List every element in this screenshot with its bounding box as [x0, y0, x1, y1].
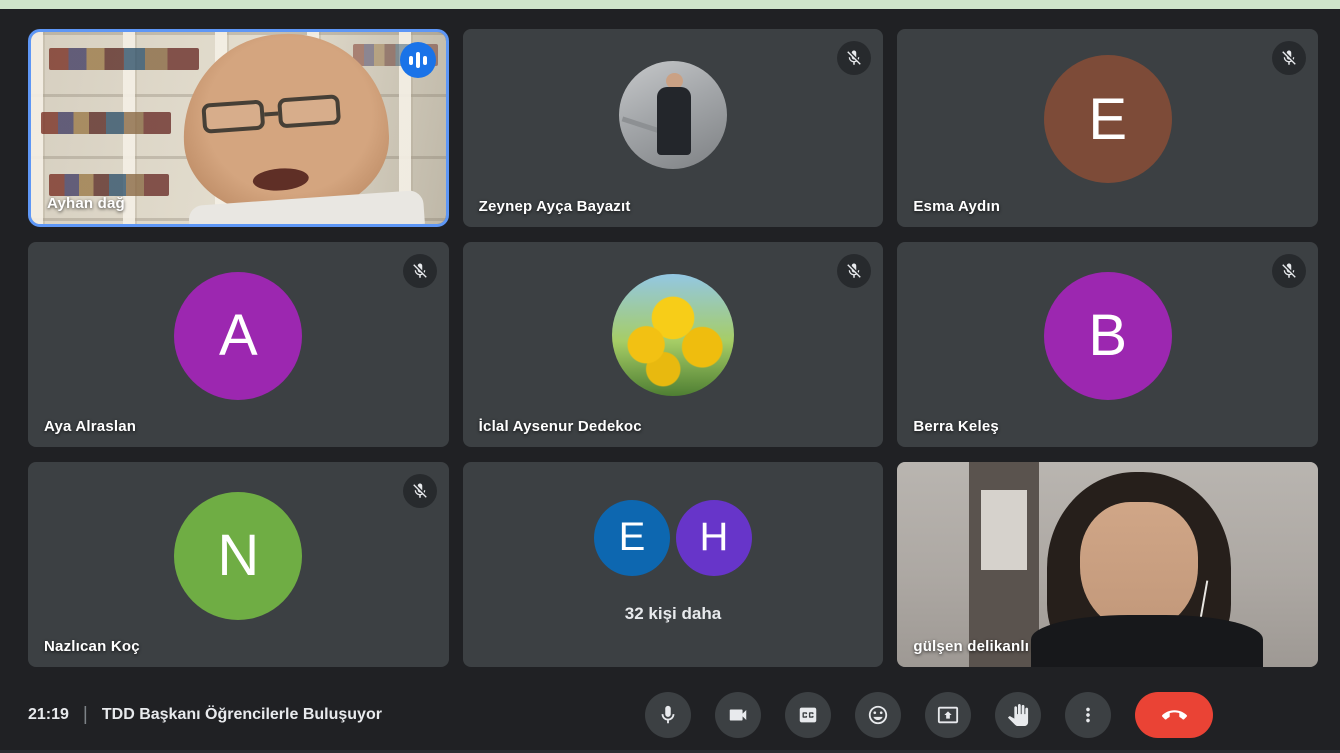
raise-hand-button[interactable] — [995, 692, 1041, 738]
profile-photo-avatar — [619, 61, 727, 169]
overflow-count-label: 32 kişi daha — [625, 604, 721, 624]
smiley-icon — [867, 704, 889, 726]
present-to-all-icon — [937, 704, 959, 726]
letter-avatar: A — [174, 272, 302, 400]
more-vert-icon — [1077, 704, 1099, 726]
person-face — [1080, 502, 1198, 632]
letter-avatar: N — [174, 492, 302, 620]
mic-icon — [657, 704, 679, 726]
more-options-button[interactable] — [1065, 692, 1111, 738]
participant-tile-zeynep[interactable]: Zeynep Ayça Bayazıt — [463, 29, 884, 227]
avatar-container — [463, 242, 884, 447]
avatar-container: N — [28, 462, 449, 667]
clock-time: 21:19 — [28, 706, 69, 724]
participant-tile-ayhan[interactable]: Ayhan dağ — [28, 29, 449, 227]
participant-grid: Ayhan dağ Zeynep Ayça Bayazıt E Esma Ayd… — [28, 29, 1318, 667]
participant-name: Ayhan dağ — [47, 195, 125, 212]
door-decor — [969, 462, 1039, 667]
bookshelf-decor — [49, 48, 199, 70]
meeting-title: TDD Başkanı Öğrencilerle Buluşuyor — [102, 706, 382, 724]
participant-tile-iclal[interactable]: İclal Aysenur Dedekoc — [463, 242, 884, 447]
mic-off-icon — [845, 262, 863, 280]
participant-name: İclal Aysenur Dedekoc — [479, 418, 642, 435]
mic-muted-badge — [403, 254, 437, 288]
avatar-container: B — [897, 242, 1318, 447]
glasses-decor — [201, 94, 341, 134]
avatar-container: A — [28, 242, 449, 447]
letter-avatar: H — [676, 500, 752, 576]
present-screen-button[interactable] — [925, 692, 971, 738]
participant-tile-nazlican[interactable]: N Nazlıcan Koç — [28, 462, 449, 667]
mic-muted-badge — [1272, 254, 1306, 288]
mic-off-icon — [411, 262, 429, 280]
participant-tile-aya[interactable]: A Aya Alraslan — [28, 242, 449, 447]
bookshelf-decor — [41, 112, 171, 134]
person-body — [1031, 615, 1263, 667]
separator: | — [83, 704, 88, 726]
overflow-avatars: E H — [594, 500, 752, 576]
microphone-button[interactable] — [645, 692, 691, 738]
participant-name: Zeynep Ayça Bayazıt — [479, 198, 631, 215]
participant-name: gülşen delikanlı — [913, 638, 1029, 655]
call-controls — [645, 692, 1213, 738]
mic-off-icon — [1280, 262, 1298, 280]
participant-tile-berra[interactable]: B Berra Keleş — [897, 242, 1318, 447]
closed-captions-icon — [797, 704, 819, 726]
bookshelf-decor — [49, 174, 169, 196]
participant-tile-gulsen[interactable]: gülşen delikanlı — [897, 462, 1318, 667]
mic-off-icon — [845, 49, 863, 67]
overflow-container: E H 32 kişi daha — [463, 462, 884, 667]
mic-muted-badge — [1272, 41, 1306, 75]
mic-off-icon — [411, 482, 429, 500]
participant-name: Berra Keleş — [913, 418, 999, 435]
participant-name: Nazlıcan Koç — [44, 638, 140, 655]
end-call-button[interactable] — [1135, 692, 1213, 738]
letter-avatar: B — [1044, 272, 1172, 400]
captions-button[interactable] — [785, 692, 831, 738]
videocam-icon — [727, 704, 749, 726]
page-background-strip — [0, 0, 1340, 9]
mic-muted-badge — [403, 474, 437, 508]
participant-name: Esma Aydın — [913, 198, 1000, 215]
letter-avatar: E — [1044, 55, 1172, 183]
meeting-info: 21:19 | TDD Başkanı Öğrencilerle Buluşuy… — [28, 704, 382, 726]
profile-photo-avatar-tulips — [612, 274, 734, 396]
letter-avatar: E — [594, 500, 670, 576]
overflow-participants-tile[interactable]: E H 32 kişi daha — [463, 462, 884, 667]
reactions-button[interactable] — [855, 692, 901, 738]
speaking-indicator — [400, 42, 436, 78]
mouth-decor — [252, 167, 309, 193]
raised-hand-icon — [1007, 704, 1029, 726]
call-end-icon — [1162, 703, 1187, 728]
meet-window: Ayhan dağ Zeynep Ayça Bayazıt E Esma Ayd… — [0, 0, 1340, 753]
gulsen-video-feed — [897, 462, 1318, 667]
participant-tile-esma[interactable]: E Esma Aydın — [897, 29, 1318, 227]
bottom-control-bar: 21:19 | TDD Başkanı Öğrencilerle Buluşuy… — [0, 680, 1340, 750]
participant-name: Aya Alraslan — [44, 418, 136, 435]
camera-button[interactable] — [715, 692, 761, 738]
mic-off-icon — [1280, 49, 1298, 67]
